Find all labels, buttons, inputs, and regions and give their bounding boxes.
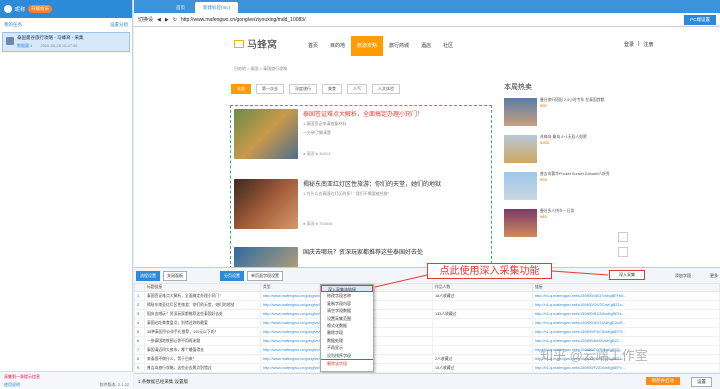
status-text: 1 条数据已经采集 设置版 [138,378,189,384]
annotation-arrows [374,270,609,288]
settings-button[interactable]: 设置 [691,377,712,387]
watermark: 知乎 @云端工作室 [540,348,648,363]
save-start-button[interactable]: 保存并启动 [645,377,680,385]
status-bar: 1 条数据已经采集 设置版 保存并启动 设置 [134,373,720,389]
